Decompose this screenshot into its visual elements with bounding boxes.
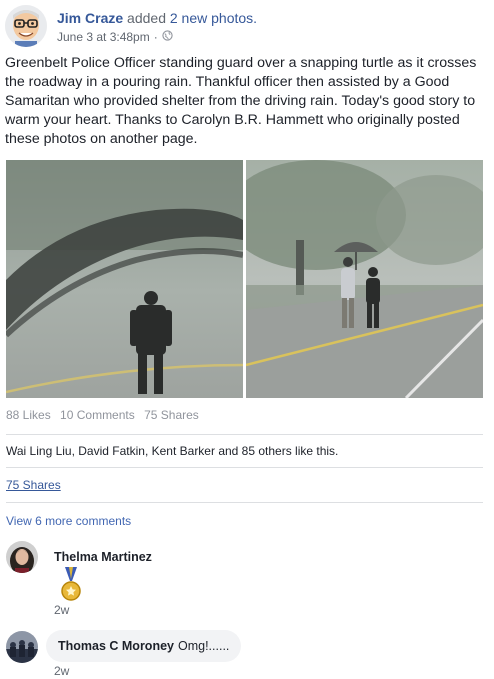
divider [6, 434, 483, 435]
facebook-post: Jim Craze added 2 new photos. June 3 at … [0, 0, 494, 679]
comment-time[interactable]: 2w [54, 664, 69, 678]
user-photo-icon [6, 541, 38, 573]
likers-summary[interactable]: Wai Ling Liu, David Fatkin, Kent Barker … [6, 444, 338, 458]
shares-link[interactable]: 75 Shares [6, 478, 61, 492]
author-name[interactable]: Jim Craze [57, 10, 123, 26]
commenter-name[interactable]: Thelma Martinez [54, 550, 152, 564]
globe-icon[interactable] [162, 30, 173, 44]
post-meta: June 3 at 3:48pm · [57, 30, 173, 44]
action-text: added [123, 10, 170, 26]
medal-icon [60, 567, 82, 608]
comment-time[interactable]: 2w [54, 603, 69, 617]
post-stats: 88 Likes 10 Comments 75 Shares [6, 408, 205, 422]
commenter-name[interactable]: Thomas C Moroney [58, 639, 174, 653]
comments-count[interactable]: 10 Comments [60, 408, 135, 422]
comment-bubble: Thomas C Moroney Omg!...... [46, 630, 242, 662]
likes-count[interactable]: 88 Likes [6, 408, 51, 422]
meta-separator: · [153, 30, 158, 44]
shares-count[interactable]: 75 Shares [144, 408, 199, 422]
view-more-comments-link[interactable]: View 6 more comments [6, 514, 131, 528]
commenter-avatar[interactable] [6, 631, 38, 663]
commenter-avatar[interactable] [6, 541, 38, 573]
comment-text: Omg!...... [178, 639, 230, 653]
author-avatar[interactable] [5, 5, 47, 47]
officer-in-rain-photo [6, 160, 243, 398]
author-line: Jim Craze added 2 new photos. [57, 10, 257, 26]
post-photo-1[interactable] [6, 160, 243, 398]
umbrella-good-samaritan-photo [246, 160, 483, 398]
post-text: Greenbelt Police Officer standing guard … [5, 55, 477, 147]
user-photo-icon [6, 631, 38, 663]
divider [6, 467, 483, 468]
divider [6, 502, 483, 503]
post-photo-2[interactable] [246, 160, 483, 398]
post-date[interactable]: June 3 at 3:48pm [57, 30, 150, 44]
bitmoji-avatar-icon [5, 5, 47, 47]
photos-link[interactable]: 2 new photos. [170, 10, 257, 26]
